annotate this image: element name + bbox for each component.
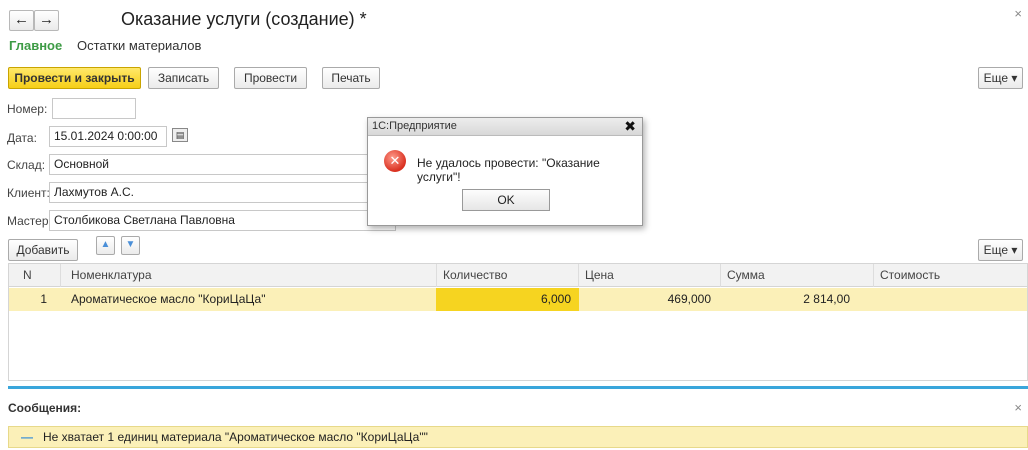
column-sum[interactable]: Сумма (721, 264, 874, 287)
tab-materials[interactable]: Остатки материалов (77, 38, 201, 53)
column-price[interactable]: Цена (579, 264, 721, 287)
add-button[interactable]: Добавить (8, 239, 78, 261)
post-button[interactable]: Провести (234, 67, 307, 89)
cell-cost (874, 288, 1027, 311)
column-qty[interactable]: Количество (437, 264, 579, 287)
goods-table: N Номенклатура Количество Цена Сумма Сто… (8, 263, 1028, 381)
error-icon: ✕ (384, 150, 406, 172)
column-item[interactable]: Номенклатура (61, 264, 437, 287)
dialog-title: 1С:Предприятие (372, 120, 457, 132)
cell-n: 1 (40, 292, 47, 306)
warehouse-label: Склад: (7, 158, 46, 172)
move-up-button[interactable]: ▲ (96, 236, 115, 255)
table-header: N Номенклатура Количество Цена Сумма Сто… (9, 264, 1027, 287)
warehouse-field[interactable]: Основной (49, 154, 396, 175)
arrow-up-icon: ▲ (100, 239, 111, 250)
dialog-close-icon[interactable]: ✖ (624, 118, 636, 135)
table-more-button[interactable]: Еще ▾ (978, 239, 1023, 261)
back-button[interactable]: ← (9, 10, 34, 31)
arrow-left-icon: ← (14, 11, 29, 28)
cell-sum: 2 814,00 (803, 292, 850, 306)
date-field[interactable]: 15.01.2024 0:00:00 (49, 126, 167, 147)
arrow-right-icon: → (39, 11, 54, 28)
tab-main[interactable]: Главное (9, 38, 62, 53)
cell-item: Ароматическое масло "КориЦаЦа" (71, 292, 266, 306)
client-label: Клиент: (7, 186, 50, 200)
close-icon[interactable]: × (1014, 6, 1022, 21)
ok-button[interactable]: OK (462, 189, 550, 211)
post-and-close-button[interactable]: Провести и закрыть (8, 67, 141, 89)
column-n[interactable]: N (9, 264, 61, 287)
cell-price: 469,000 (667, 292, 711, 306)
date-label: Дата: (7, 131, 37, 145)
message-text: Не хватает 1 единиц материала "Ароматиче… (43, 430, 428, 444)
master-field[interactable]: Столбикова Светлана Павловна (49, 210, 396, 231)
messages-separator (8, 386, 1028, 389)
dialog-header: 1С:Предприятие ✖ (368, 118, 642, 136)
arrow-down-icon: ▼ (125, 239, 136, 250)
master-label: Мастер: (7, 214, 52, 228)
messages-title: Сообщения: (8, 401, 82, 415)
more-button[interactable]: Еще ▾ (978, 67, 1023, 89)
cell-qty[interactable]: 6,000 (436, 288, 579, 311)
column-cost[interactable]: Стоимость (874, 264, 1027, 287)
print-button[interactable]: Печать (322, 67, 380, 89)
table-row[interactable]: 1 Ароматическое масло "КориЦаЦа" 6,000 4… (9, 288, 1027, 311)
move-down-button[interactable]: ▼ (121, 236, 140, 255)
number-label: Номер: (7, 102, 48, 116)
dialog-message: Не удалось провести: "Оказание услуги"! (417, 156, 600, 184)
number-field[interactable] (52, 98, 136, 119)
page-title: Оказание услуги (создание) * (121, 9, 367, 29)
client-field[interactable]: Лахмутов А.С. (49, 182, 396, 203)
messages-close-icon[interactable]: × (1014, 400, 1022, 415)
error-dialog: 1С:Предприятие ✖ ✕ Не удалось провести: … (367, 117, 643, 226)
forward-button[interactable]: → (34, 10, 59, 31)
dash-icon: — (21, 430, 33, 444)
message-item[interactable]: — Не хватает 1 единиц материала "Аромати… (8, 426, 1028, 448)
calendar-icon[interactable]: ▤ (172, 128, 188, 142)
save-button[interactable]: Записать (148, 67, 219, 89)
